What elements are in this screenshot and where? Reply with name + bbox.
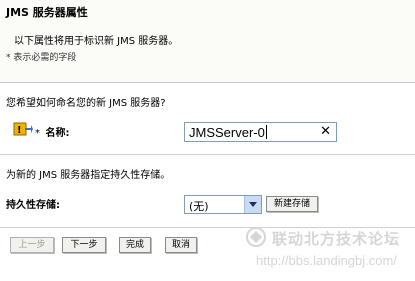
new-store-button[interactable]: 新建存储 <box>266 196 318 212</box>
name-label: * 名称: <box>35 124 69 139</box>
finish-button[interactable]: 完成 <box>119 237 151 253</box>
name-question: 您希望如何命名您的新 JMS 服务器? <box>6 98 166 109</box>
required-star: * <box>35 128 40 139</box>
next-button[interactable]: 下一步 <box>62 237 106 253</box>
clear-icon[interactable]: ✕ <box>320 124 331 140</box>
persistent-store-select[interactable]: (无) <box>184 195 262 214</box>
dropdown-arrow-icon[interactable] <box>244 196 261 213</box>
required-note: * 表示必需的字段 <box>6 53 77 63</box>
section-divider <box>0 154 415 155</box>
name-label-text: 名称: <box>45 128 70 139</box>
intro-text: 以下属性将用于标识新 JMS 服务器。 <box>14 36 179 47</box>
watermark-url: http://bbs.landingbj.com/ <box>256 253 397 268</box>
page-title: JMS 服务器属性 <box>6 6 88 19</box>
store-question: 为新的 JMS 服务器指定持久性存储。 <box>6 170 171 181</box>
name-input[interactable]: JMSServer-0 ✕ <box>184 122 337 142</box>
properties-header: JMS 服务器属性 以下属性将用于标识新 JMS 服务器。 * 表示必需的字段 <box>0 0 415 83</box>
cancel-button[interactable]: 取消 <box>165 237 197 253</box>
svg-text:!: ! <box>17 125 22 136</box>
back-button[interactable]: 上一步 <box>10 237 54 253</box>
persistent-store-label: 持久性存储: <box>6 200 60 211</box>
watermark-text: 联动北方技术论坛 <box>272 230 401 248</box>
warning-icon: ! <box>13 122 33 136</box>
persistent-store-selected: (无) <box>189 200 209 213</box>
forum-logo-icon <box>246 227 266 247</box>
name-input-value: JMSServer-0 <box>189 125 267 140</box>
